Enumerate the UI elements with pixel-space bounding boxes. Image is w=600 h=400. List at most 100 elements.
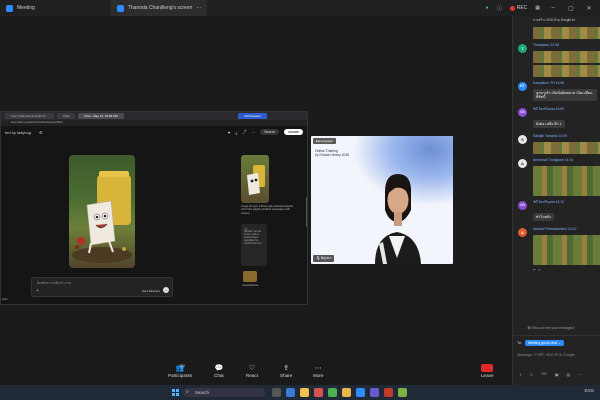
title-bar-controls: ● ⓘ REC ▦ – ▢ ✕	[486, 5, 600, 12]
more-label: More	[313, 373, 324, 378]
chat-messages[interactable]: การสร้าง VDO ด้วย Google AI T Thanaporn …	[513, 16, 600, 324]
line-icon[interactable]	[328, 388, 337, 397]
minimize-button[interactable]: –	[548, 5, 558, 11]
browser-tab-strip: Your Channels & Script Vi... Chat Flow -…	[1, 112, 307, 120]
participants-button[interactable]: 👥 250 Participants	[168, 364, 192, 378]
chat-sender: ชินี จิตกรีนเทพ 14:10	[533, 200, 564, 204]
model-selector[interactable]: Nano Banana 2	[142, 290, 160, 293]
share-screen-icon: ⇪	[283, 365, 290, 372]
maximize-button[interactable]: ▢	[566, 5, 576, 12]
who-can-see-link[interactable]: 👁 Who can see your messages?	[513, 326, 600, 330]
gif-icon[interactable]: GIF	[542, 372, 547, 377]
app-icon[interactable]	[398, 388, 407, 397]
recording-indicator[interactable]: REC	[509, 5, 528, 11]
avatar: Ch	[518, 108, 527, 117]
download-icon[interactable]: ⤓	[235, 130, 237, 135]
view-icon[interactable]: ▦	[535, 5, 540, 11]
browser-tab-2[interactable]: Chat	[56, 113, 76, 119]
tab-meeting[interactable]: Meeting	[0, 0, 41, 16]
system-tray-language[interactable]: ENG	[584, 388, 594, 393]
chat-sender: Kanyakorn TH 14:08	[533, 81, 565, 85]
tab-options-icon[interactable]: ⋯	[196, 5, 201, 11]
shared-browser-window: Your Channels & Script Vi... Chat Flow -…	[0, 111, 308, 305]
taskbar-search[interactable]: ⌕ Search	[183, 388, 265, 397]
avatar: KT	[518, 82, 527, 91]
newsmachines-thumb[interactable]	[243, 271, 257, 282]
heart-icon[interactable]: ♥	[228, 130, 230, 135]
flow-page-title: ted by ladybug	[5, 129, 32, 135]
taskbar-search-placeholder: Search	[195, 390, 209, 395]
flow-header: ted by ladybug ⚙ ♥ ⤓ ⤴ ⋯ Search ubdate	[1, 126, 307, 138]
screenshot-icon[interactable]: ▣	[555, 372, 559, 377]
send-arrow-icon[interactable]: →	[163, 287, 169, 293]
chat-image-attachment[interactable]	[533, 51, 600, 63]
recipient-selector[interactable]: Meeting group chat ⌄	[525, 340, 564, 346]
video-tile[interactable]: Electrograph Online Training by Khuda Li…	[311, 136, 453, 264]
react-button[interactable]: ♡ React	[246, 364, 258, 378]
tab-screen-share-label: Thanoda Chanlileng's screen	[127, 5, 193, 11]
reply-icon[interactable]: ↩	[533, 267, 536, 272]
chat-bubble[interactable]: ลูกทางรัก เกิดข้อผิดพลาด เปิดเปลี่ยนพิชิ…	[533, 88, 597, 102]
windows-start-icon[interactable]	[172, 389, 179, 396]
browser-tab-4[interactable]: Add Session	[238, 113, 267, 119]
info-icon[interactable]: ⓘ	[497, 5, 502, 12]
chat-sender: Arkana Petrarwasichol 14:10	[533, 227, 577, 231]
message-reactions[interactable]: ↩ ☺	[513, 267, 600, 272]
eye-icon: 👁	[527, 326, 532, 330]
chat-image-attachment[interactable]	[533, 142, 600, 154]
prompt-input[interactable]: พิมพ์ข้อความเพื่อสร้างภาพ + Nano Banana …	[31, 277, 173, 297]
share-icon[interactable]: ⤴	[242, 129, 246, 135]
emoji-icon[interactable]: ☺	[529, 372, 533, 377]
more-button[interactable]: ⋯ More	[313, 364, 323, 378]
file-explorer-icon[interactable]	[300, 388, 309, 397]
chat-message: T Thanaporn 14:08	[513, 41, 600, 53]
add-icon[interactable]: +	[36, 288, 39, 294]
chat-image-attachment[interactable]	[533, 65, 600, 77]
app-icon[interactable]	[384, 388, 393, 397]
recipient-selector-label: Meeting group chat	[528, 341, 558, 345]
generated-image-main[interactable]	[69, 155, 135, 268]
page-scrollbar[interactable]	[306, 197, 307, 227]
chat-button[interactable]: 💬 Chat	[214, 364, 224, 378]
chat-message: A Arkana Petrarwasichol 14:10	[513, 225, 600, 237]
training-title-line2: by Khuda Library 2026	[315, 153, 350, 157]
edge-icon[interactable]	[286, 388, 295, 397]
chrome-icon[interactable]	[342, 388, 351, 397]
more-icon[interactable]: ⋯	[578, 372, 582, 377]
search-pill[interactable]: Search	[260, 129, 280, 135]
file-icon[interactable]: ▤	[567, 372, 571, 377]
chat-image-attachment[interactable]	[533, 235, 600, 265]
more-icon[interactable]: ⋯	[251, 130, 255, 135]
chat-bubble[interactable]: ยังต่อ เหลือ อีก 1	[533, 120, 565, 129]
teams-icon[interactable]	[370, 388, 379, 397]
rec-label: REC	[516, 5, 528, 11]
chat-image-attachment[interactable]	[533, 166, 600, 196]
shield-icon[interactable]: ●	[486, 5, 489, 11]
chat-message-input[interactable]: Message การทำ VDO ด้วย Google	[513, 350, 600, 360]
browser-tab-1[interactable]: Your Channels & Script Vi...	[5, 113, 54, 119]
share-stage: Your Channels & Script Vi... Chat Flow -…	[0, 16, 512, 360]
chat-compose: To: Meeting group chat ⌄ Message การทำ V…	[512, 335, 600, 385]
task-view-icon[interactable]	[272, 388, 281, 397]
narrator-card[interactable]: ⚠ Narrator: An old broom, with a strong …	[241, 224, 267, 266]
presenter-video	[375, 174, 421, 264]
taskbar-apps	[272, 388, 407, 397]
leave-button[interactable]: Leave	[481, 364, 494, 378]
chevron-down-icon: ⌄	[558, 341, 561, 345]
office-icon[interactable]	[314, 388, 323, 397]
emoji-icon[interactable]: ☺	[537, 267, 541, 272]
format-icon[interactable]: T	[519, 372, 521, 377]
settings-icon[interactable]: ⚙	[39, 130, 43, 135]
browser-tab-3[interactable]: Flow - May 13, 23:06 PM	[78, 113, 124, 119]
footer-text: iludu	[2, 298, 8, 301]
tab-screen-share[interactable]: Thanoda Chanlileng's screen ⋯	[110, 0, 208, 16]
zoom-app-icon[interactable]	[356, 388, 365, 397]
share-button[interactable]: ⇪ Share	[280, 364, 292, 378]
chat-image-attachment[interactable]	[533, 27, 600, 39]
chat-bubble[interactable]: ทำไมหลัง	[533, 213, 554, 222]
avatar: S	[518, 135, 527, 144]
chat-message: S Sakdijh Yahatha 14:09	[513, 132, 600, 144]
generated-image-thumb[interactable]	[241, 155, 269, 203]
close-button[interactable]: ✕	[584, 5, 594, 12]
update-button[interactable]: ubdate	[284, 129, 303, 135]
